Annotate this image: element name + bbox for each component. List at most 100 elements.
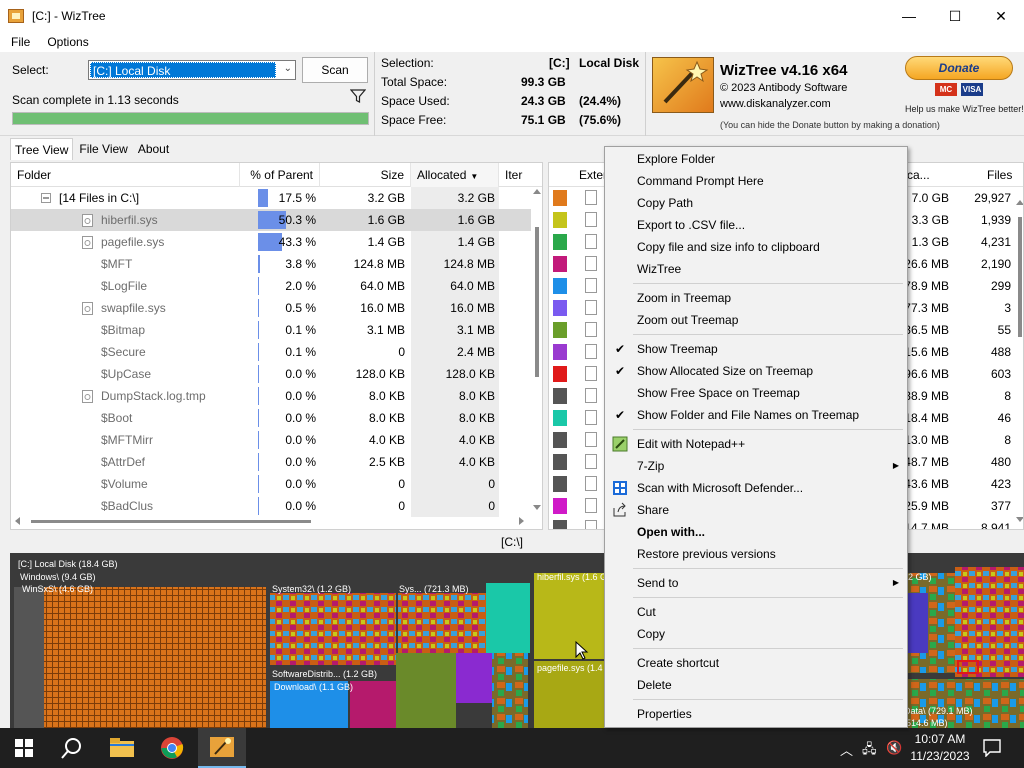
tree-row[interactable]: DumpStack.log.tmp 0.0 % 8.0 KB 8.0 KB bbox=[11, 385, 531, 407]
menu-item-copy[interactable]: Copy bbox=[607, 623, 905, 645]
volume-icon[interactable]: 🔇 bbox=[886, 740, 902, 756]
checkmark-icon: ✔ bbox=[615, 342, 626, 356]
menu-item-cut[interactable]: Cut bbox=[607, 601, 905, 623]
tree-header: Folder % of Parent Size Allocated ▼ Iter bbox=[11, 163, 542, 187]
website-link[interactable]: www.diskanalyzer.com bbox=[720, 98, 831, 110]
menu-item-label: 7-Zip bbox=[637, 459, 665, 473]
tree-cell-pct: 0.1 % bbox=[285, 323, 316, 337]
tree-row[interactable]: hiberfil.sys 50.3 % 1.6 GB 1.6 GB bbox=[11, 209, 531, 231]
tree-row[interactable]: $MFT 3.8 % 124.8 MB 124.8 MB bbox=[11, 253, 531, 275]
tree-row[interactable]: $AttrDef 0.0 % 2.5 KB 4.0 KB bbox=[11, 451, 531, 473]
ext-cell-files: 55 bbox=[997, 323, 1011, 337]
tree-vertical-scrollbar[interactable] bbox=[532, 187, 542, 513]
menu-item-scan-with-microsoft-defender[interactable]: Scan with Microsoft Defender... bbox=[607, 477, 905, 499]
drive-select[interactable]: [C:] Local Disk ⌄ bbox=[88, 60, 296, 80]
minimize-button[interactable]: — bbox=[886, 0, 932, 32]
tree-row-name: $Bitmap bbox=[101, 323, 146, 337]
menu-item-label: Explore Folder bbox=[637, 152, 716, 166]
col-header-files[interactable]: Files bbox=[987, 168, 1012, 182]
tree-row[interactable]: $LogFile 2.0 % 64.0 MB 64.0 MB bbox=[11, 275, 531, 297]
menu-item-wiztree[interactable]: WizTree bbox=[607, 258, 905, 280]
col-header-ext-allocated[interactable]: ca... bbox=[907, 168, 930, 182]
col-header-allocated[interactable]: Allocated ▼ bbox=[411, 163, 499, 187]
menu-item-copy-file-and-size-info-to-clipboard[interactable]: Copy file and size info to clipboard bbox=[607, 236, 905, 258]
tree-row[interactable]: swapfile.sys 0.5 % 16.0 MB 16.0 MB bbox=[11, 297, 531, 319]
tree-row[interactable]: pagefile.sys 43.3 % 1.4 GB 1.4 GB bbox=[11, 231, 531, 253]
menu-item-copy-path[interactable]: Copy Path bbox=[607, 192, 905, 214]
file-type-icon bbox=[585, 300, 597, 315]
tree-row[interactable]: $Boot 0.0 % 8.0 KB 8.0 KB bbox=[11, 407, 531, 429]
show-hidden-icons-chevron[interactable]: ︿ bbox=[840, 740, 853, 759]
tree-row-name: $Volume bbox=[101, 477, 148, 491]
tab-tree-view[interactable]: Tree View bbox=[10, 138, 74, 160]
file-type-icon bbox=[585, 190, 597, 205]
ext-color-swatch bbox=[553, 410, 567, 426]
menu-item-create-shortcut[interactable]: Create shortcut bbox=[607, 652, 905, 674]
col-header-folder[interactable]: Folder bbox=[11, 163, 240, 187]
ext-vertical-scrollbar[interactable] bbox=[1015, 187, 1023, 527]
menu-item-properties[interactable]: Properties bbox=[607, 703, 905, 725]
menu-item-open-with[interactable]: Open with... bbox=[607, 521, 905, 543]
ext-cell-files: 8 bbox=[1004, 433, 1011, 447]
menu-item-restore-previous-versions[interactable]: Restore previous versions bbox=[607, 543, 905, 565]
col-header-extension[interactable]: Exter bbox=[579, 168, 607, 182]
total-space-row: Total Space: 99.3 GB bbox=[381, 75, 643, 94]
ext-cell-files: 603 bbox=[990, 367, 1011, 381]
menu-item-export-to-csv-file[interactable]: Export to .CSV file... bbox=[607, 214, 905, 236]
menu-item-zoom-in-treemap[interactable]: Zoom in Treemap bbox=[607, 287, 905, 309]
space-free-row: Space Free: 75.1 GB (75.6%) bbox=[381, 113, 643, 132]
col-header-pct[interactable]: % of Parent bbox=[240, 163, 320, 187]
tree-row-root-files[interactable]: [14 Files in C:\] 17.5 % 3.2 GB 3.2 GB bbox=[11, 187, 531, 209]
tree-row[interactable]: $Bitmap 0.1 % 3.1 MB 3.1 MB bbox=[11, 319, 531, 341]
collapse-icon[interactable] bbox=[41, 187, 51, 209]
tree-row[interactable]: $UpCase 0.0 % 128.0 KB 128.0 KB bbox=[11, 363, 531, 385]
ext-cell-files: 488 bbox=[990, 345, 1011, 359]
menu-item-label: WizTree bbox=[637, 262, 682, 276]
menu-item-delete[interactable]: Delete bbox=[607, 674, 905, 696]
system-clock[interactable]: 10:07 AM 11/23/2023 bbox=[908, 731, 972, 765]
menu-item-command-prompt-here[interactable]: Command Prompt Here bbox=[607, 170, 905, 192]
chrome-button[interactable] bbox=[148, 728, 196, 768]
chevron-down-icon[interactable]: ⌄ bbox=[284, 63, 292, 74]
menu-item-zoom-out-treemap[interactable]: Zoom out Treemap bbox=[607, 309, 905, 331]
menu-file[interactable]: File bbox=[5, 35, 36, 49]
menu-item-show-treemap[interactable]: Show Treemap ✔ bbox=[607, 338, 905, 360]
tree-cell-size: 2.5 KB bbox=[368, 455, 405, 469]
wiztree-taskbar-button[interactable] bbox=[198, 728, 246, 768]
menu-item-7-zip[interactable]: 7-Zip ▶ bbox=[607, 455, 905, 477]
search-button[interactable] bbox=[48, 728, 96, 768]
close-button[interactable]: ✕ bbox=[978, 0, 1024, 32]
tree-horizontal-scrollbar[interactable] bbox=[11, 513, 531, 529]
tree-cell-pct: 2.0 % bbox=[285, 279, 316, 293]
tree-row[interactable]: $MFTMirr 0.0 % 4.0 KB 4.0 KB bbox=[11, 429, 531, 451]
menu-item-show-allocated-size-on-treemap[interactable]: Show Allocated Size on Treemap ✔ bbox=[607, 360, 905, 382]
tree-row[interactable]: $Volume 0.0 % 0 0 bbox=[11, 473, 531, 495]
menu-item-label: Export to .CSV file... bbox=[637, 218, 746, 232]
maximize-button[interactable]: ☐ bbox=[932, 0, 978, 32]
filter-icon[interactable] bbox=[350, 88, 366, 104]
menu-item-edit-with-notepad[interactable]: Edit with Notepad++ bbox=[607, 433, 905, 455]
menu-item-share[interactable]: Share bbox=[607, 499, 905, 521]
menu-item-show-free-space-on-treemap[interactable]: Show Free Space on Treemap bbox=[607, 382, 905, 404]
menu-options[interactable]: Options bbox=[41, 35, 94, 49]
file-type-icon bbox=[585, 256, 597, 271]
donate-button[interactable]: Donate bbox=[905, 56, 1013, 80]
menu-item-show-folder-and-file-names-on-treemap[interactable]: Show Folder and File Names on Treemap ✔ bbox=[607, 404, 905, 426]
menu-item-explore-folder[interactable]: Explore Folder bbox=[607, 148, 905, 170]
network-icon[interactable]: 🖧 bbox=[862, 740, 877, 762]
tree-row[interactable]: $Secure 0.1 % 0 2.4 MB bbox=[11, 341, 531, 363]
tab-about[interactable]: About bbox=[134, 138, 173, 160]
scan-button[interactable]: Scan bbox=[302, 57, 368, 83]
system-file-icon bbox=[81, 231, 95, 253]
donate-note: (You can hide the Donate button by makin… bbox=[720, 120, 940, 130]
tree-cell-pct: 0.0 % bbox=[285, 389, 316, 403]
tree-row-name: $Secure bbox=[101, 345, 146, 359]
col-header-items[interactable]: Iter bbox=[499, 163, 542, 187]
col-header-size[interactable]: Size bbox=[320, 163, 411, 187]
copyright-text: © 2023 Antibody Software bbox=[720, 82, 848, 94]
file-explorer-button[interactable] bbox=[98, 728, 146, 768]
menu-item-send-to[interactable]: Send to ▶ bbox=[607, 572, 905, 594]
tab-file-view[interactable]: File View bbox=[75, 138, 131, 160]
start-button[interactable] bbox=[0, 728, 48, 768]
notifications-icon[interactable] bbox=[983, 739, 1001, 757]
